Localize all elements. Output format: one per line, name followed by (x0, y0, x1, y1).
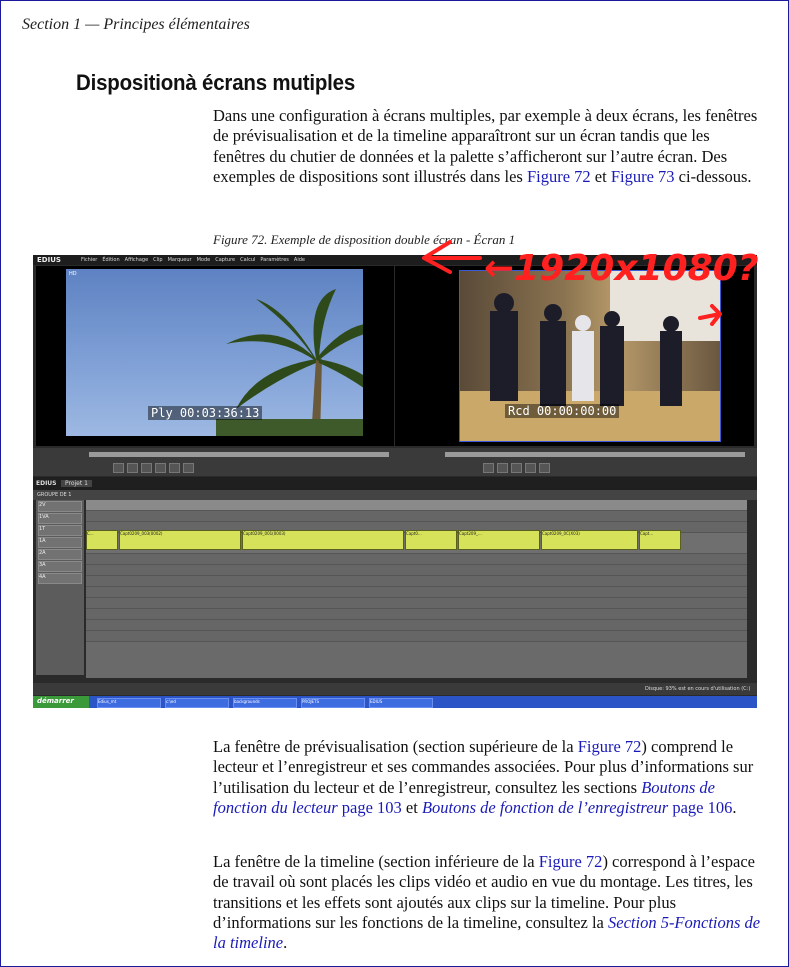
stop-button[interactable] (127, 463, 138, 473)
menu-item[interactable]: Calcul (240, 257, 255, 263)
p3-text-1: La fenêtre de la timeline (section infér… (213, 852, 539, 871)
timeline-clip[interactable]: Capt... (639, 530, 681, 550)
intro-text-2: et (590, 166, 611, 186)
track-panel: 2V 1VA 1T 1A 2A 3A 4A (36, 500, 84, 675)
recorder-buttons-link[interactable]: Boutons de fonction de l’enregistreur (422, 798, 668, 817)
annotation-text: ←1920x1080? (484, 248, 759, 289)
taskbar: démarrer Edius_mt c:\ed backgrounds PROJETS… (33, 696, 757, 708)
menu-item[interactable]: Capture (215, 257, 235, 263)
taskbar-button[interactable]: backgrounds (233, 698, 297, 708)
hd-badge: HD (69, 271, 77, 277)
rec-forward-button[interactable] (525, 463, 536, 473)
p2-text-1: La fenêtre de prévisualisation (section … (213, 737, 578, 756)
taskbar-button[interactable]: Edius_mt (97, 698, 161, 708)
transport-controls (33, 448, 757, 476)
track-header[interactable]: 1T (38, 525, 82, 536)
timeline-clip[interactable]: Capt0209_001(0003) (242, 530, 404, 550)
menu-item[interactable]: Aide (294, 257, 305, 263)
rec-mark-button[interactable] (539, 463, 550, 473)
sequence-tab[interactable]: GROUPE DE 1 (37, 492, 72, 498)
timeline-title: EDIUS (36, 480, 57, 487)
timeline-clip[interactable]: Capt209_... (458, 530, 540, 550)
handwritten-annotation: ←1920x1080? (422, 240, 759, 326)
rec-rewind-button[interactable] (511, 463, 522, 473)
preview-paragraph: La fenêtre de prévisualisation (section … (213, 737, 765, 818)
page-103-link[interactable]: page 103 (338, 798, 402, 817)
status-bar: Disque: 93% est en cours d'utilisation (… (33, 683, 757, 695)
timeline-clip[interactable]: C... (86, 530, 118, 550)
forward-button[interactable] (155, 463, 166, 473)
project-name: Projet 1 (61, 480, 92, 487)
intro-paragraph: Dans une configuration à écrans multiple… (213, 106, 765, 187)
track-header[interactable]: 3A (38, 561, 82, 572)
track-header[interactable]: 1A (38, 537, 82, 548)
page-heading: Dispositionà écrans mutiples (76, 70, 356, 95)
player-scrubber[interactable] (89, 452, 389, 457)
recorder-buttons (483, 463, 550, 473)
p3-text-3: . (283, 933, 288, 953)
menu-item[interactable]: Paramètres (260, 257, 289, 263)
timeline-clip[interactable]: Capt0209_0C(X03) (541, 530, 638, 550)
menu-item[interactable]: Affichage (125, 257, 149, 263)
taskbar-button[interactable]: PROJETS (301, 698, 365, 708)
app-logo: EDIUS (37, 256, 61, 264)
intro-text-3: ci-dessous. (674, 166, 752, 186)
timeline-paragraph: La fenêtre de la timeline (section infér… (213, 852, 765, 953)
figure-73-link[interactable]: Figure 73 (611, 167, 675, 186)
play-button[interactable] (113, 463, 124, 473)
p2-text-3: et (401, 797, 422, 817)
start-label: démarrer (37, 697, 74, 705)
timeline-ruler (86, 500, 747, 511)
rewind-button[interactable] (141, 463, 152, 473)
start-button[interactable]: démarrer (33, 696, 89, 708)
track-header[interactable]: 2A (38, 549, 82, 560)
track-header[interactable]: 4A (38, 573, 82, 584)
page-106-link[interactable]: page 106 (668, 798, 732, 817)
p2-text-4: . (732, 797, 737, 817)
timeline-area: C... Capt0209_003(0002) Capt0209_001(0003)… (86, 500, 747, 678)
timeline-header: EDIUS Projet 1 (33, 477, 757, 490)
section-header: Section 1 — Principes élémentaires (22, 16, 250, 33)
recorder-timecode: Rcd 00:00:00:00 (505, 404, 620, 418)
menu-list: Fichier Édition Affichage Clip Marqueur Mode C… (81, 257, 305, 263)
rec-play-button[interactable] (483, 463, 494, 473)
timeline-clip[interactable]: Capt0209_003(0002) (119, 530, 241, 550)
rec-stop-button[interactable] (497, 463, 508, 473)
p3-figure-link[interactable]: Figure 72 (539, 852, 603, 871)
timeline-toolbar: GROUPE DE 1 (33, 490, 757, 500)
taskbar-button[interactable]: EDIUS (369, 698, 433, 708)
menu-item[interactable]: Marqueur (168, 257, 192, 263)
p2-figure-link[interactable]: Figure 72 (578, 737, 642, 756)
menu-item[interactable]: Édition (102, 257, 119, 263)
disk-status: Disque: 93% est en cours d'utilisation (… (645, 686, 751, 692)
track-header[interactable]: 1VA (38, 513, 82, 524)
player-buttons (113, 463, 194, 473)
mark-out-button[interactable] (183, 463, 194, 473)
menu-item[interactable]: Fichier (81, 257, 97, 263)
menu-item[interactable]: Mode (197, 257, 211, 263)
recorder-scrubber[interactable] (445, 452, 745, 457)
player-timecode: Ply 00:03:36:13 (148, 406, 263, 420)
timeline-clip[interactable]: Capt0... (405, 530, 457, 550)
menu-item[interactable]: Clip (153, 257, 162, 263)
mark-in-button[interactable] (169, 463, 180, 473)
player-window: HD Ply 00:03:36:13 (36, 266, 394, 446)
taskbar-button[interactable]: c:\ed (165, 698, 229, 708)
figure-72-link[interactable]: Figure 72 (527, 167, 591, 186)
track-header[interactable]: 2V (38, 501, 82, 512)
clip-row: C... Capt0209_003(0002) Capt0209_001(0003)… (86, 530, 747, 550)
